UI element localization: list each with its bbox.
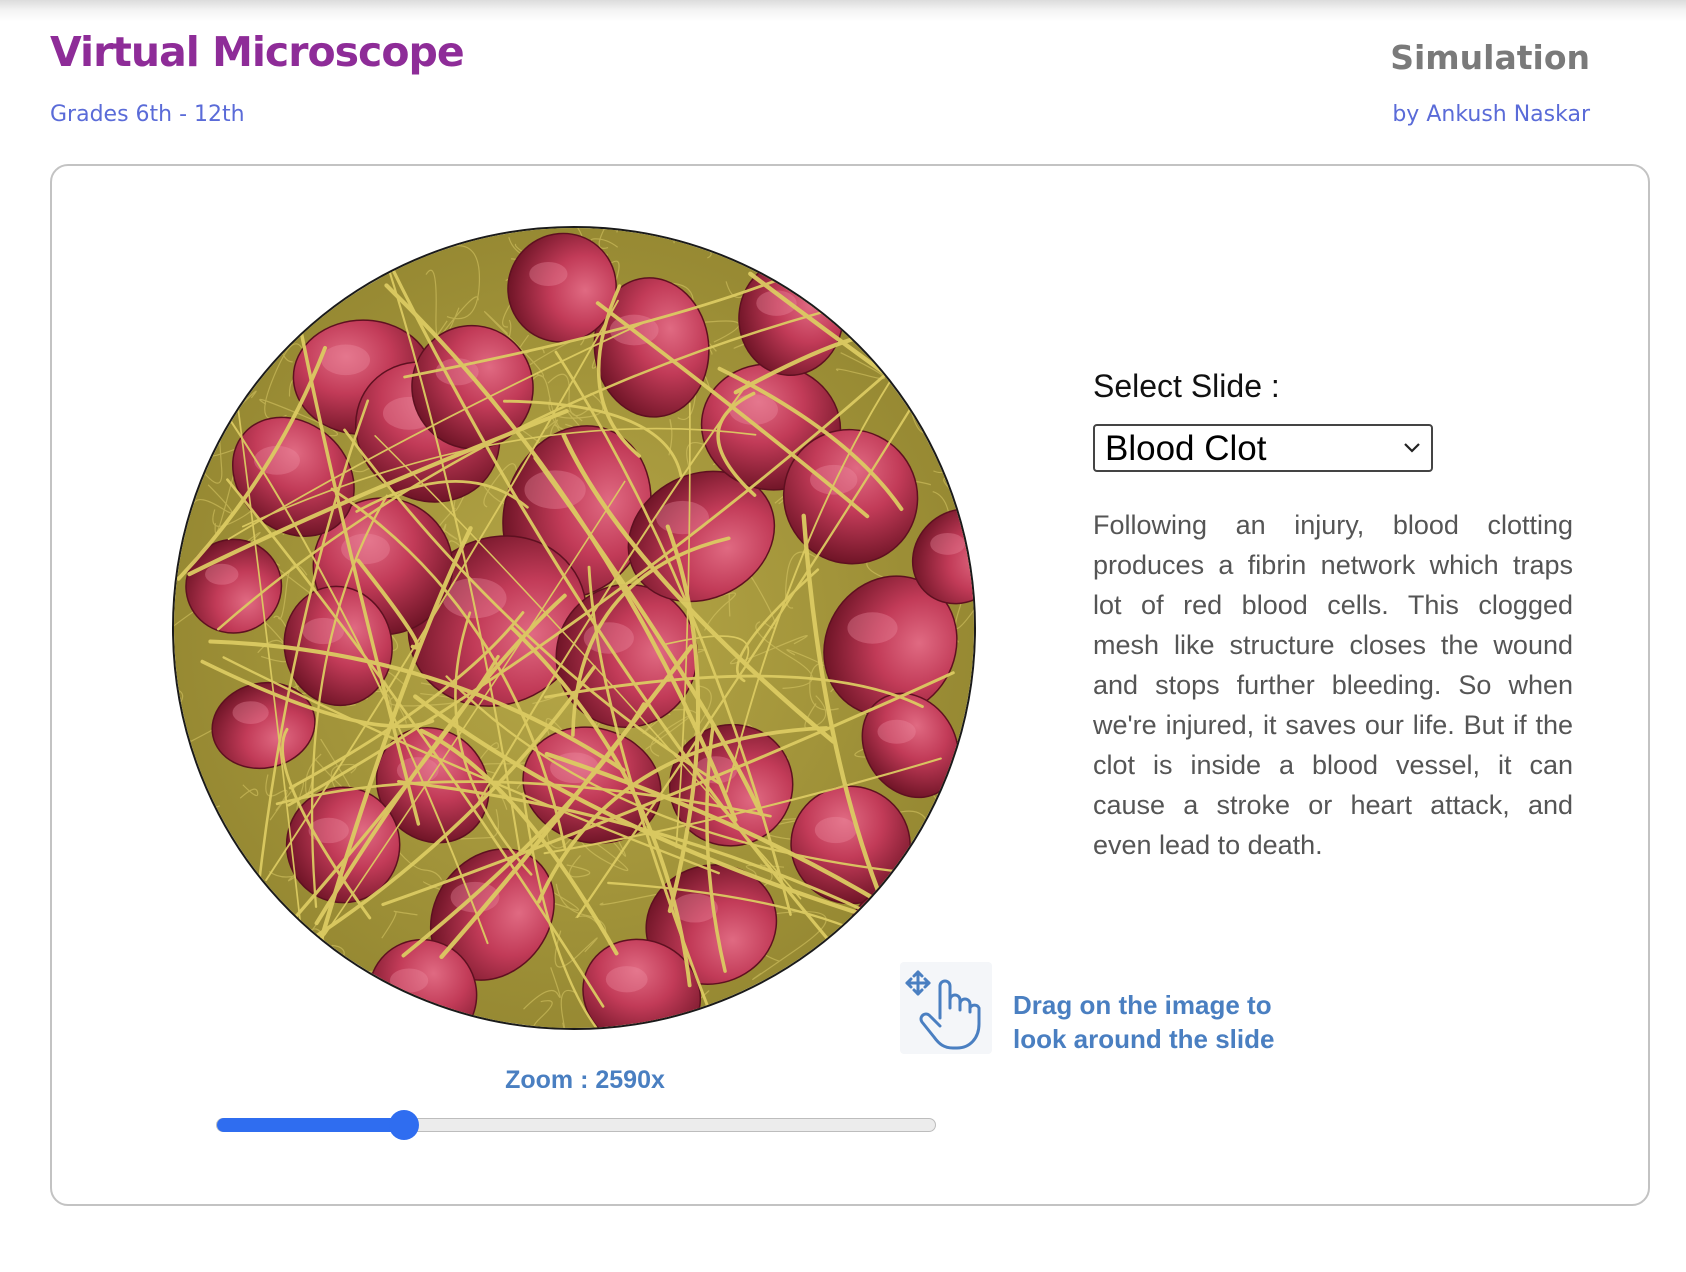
- drag-hint: Drag on the image to look around the sli…: [1013, 988, 1274, 1056]
- red-blood-cell-highlight: [655, 500, 709, 535]
- red-blood-cell-highlight: [529, 261, 568, 287]
- red-blood-cell-highlight: [205, 563, 239, 585]
- red-blood-cell-highlight: [583, 622, 634, 654]
- drag-hand-icon: [900, 962, 992, 1059]
- red-blood-cell-highlight: [877, 719, 916, 744]
- red-blood-cell-highlight: [605, 966, 648, 993]
- zoom-slider-fill: [217, 1118, 404, 1132]
- drag-hint-line-2: look around the slide: [1013, 1024, 1275, 1054]
- red-blood-cell-highlight: [814, 816, 857, 844]
- simulation-label: Simulation: [1390, 38, 1590, 77]
- red-blood-cell-highlight: [232, 701, 269, 724]
- red-blood-cell-highlight: [524, 470, 586, 509]
- red-blood-cell-highlight: [321, 344, 371, 376]
- zoom-readout: Zoom : 2590x: [505, 1066, 665, 1094]
- zoom-slider-thumb[interactable]: [388, 1110, 419, 1140]
- red-blood-cell-highlight: [308, 817, 349, 844]
- chevron-down-icon: [1403, 441, 1421, 459]
- red-blood-cell-highlight: [847, 612, 898, 644]
- select-slide-label: Select Slide :: [1093, 368, 1280, 404]
- author-credit: by Ankush Naskar: [1392, 102, 1590, 127]
- slide-select-value: Blood Clot: [1105, 429, 1267, 468]
- drag-hint-line-1: Drag on the image to: [1013, 990, 1272, 1020]
- red-blood-cell-highlight: [930, 532, 966, 555]
- app-title: Virtual Microscope: [50, 28, 465, 76]
- microscope-view[interactable]: [172, 226, 976, 1030]
- slide-select[interactable]: Blood Clot: [1093, 424, 1433, 472]
- zoom-slider[interactable]: [216, 1110, 936, 1140]
- top-shadow: [0, 0, 1686, 22]
- grade-range: Grades 6th - 12th: [50, 102, 245, 127]
- slide-description: Following an injury, blood clotting prod…: [1093, 510, 1573, 860]
- blood-clot-slide-image[interactable]: [174, 228, 974, 1028]
